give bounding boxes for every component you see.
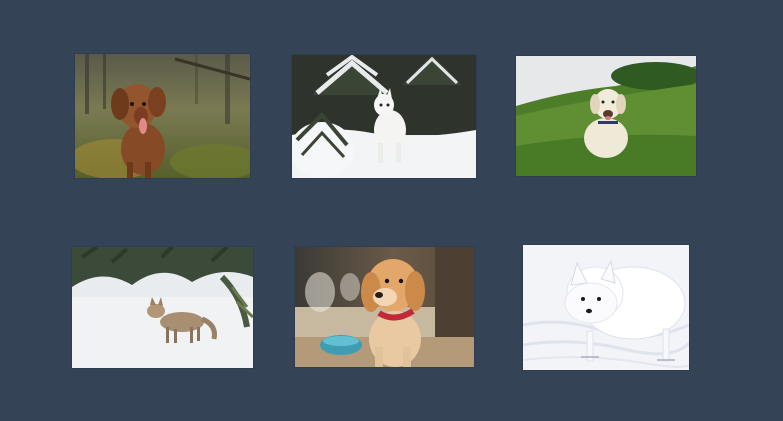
photo-arctic-fox[interactable] [523,245,689,370]
arctic-fox-image [523,245,689,370]
photo-brown-retriever[interactable] [75,54,250,178]
photo-labrador-on-grass[interactable] [516,56,696,176]
coyote-snow-image [72,247,253,368]
white-dog-snow-forest-image [292,55,476,178]
image-gallery [0,0,783,421]
labrador-grass-image [516,56,696,176]
photo-white-dog-in-snowy-forest[interactable] [292,55,476,178]
photo-coyote-in-snow[interactable] [72,247,253,368]
brown-retriever-image [75,54,250,178]
golden-puppy-image [295,247,474,367]
photo-golden-puppy[interactable] [295,247,474,367]
